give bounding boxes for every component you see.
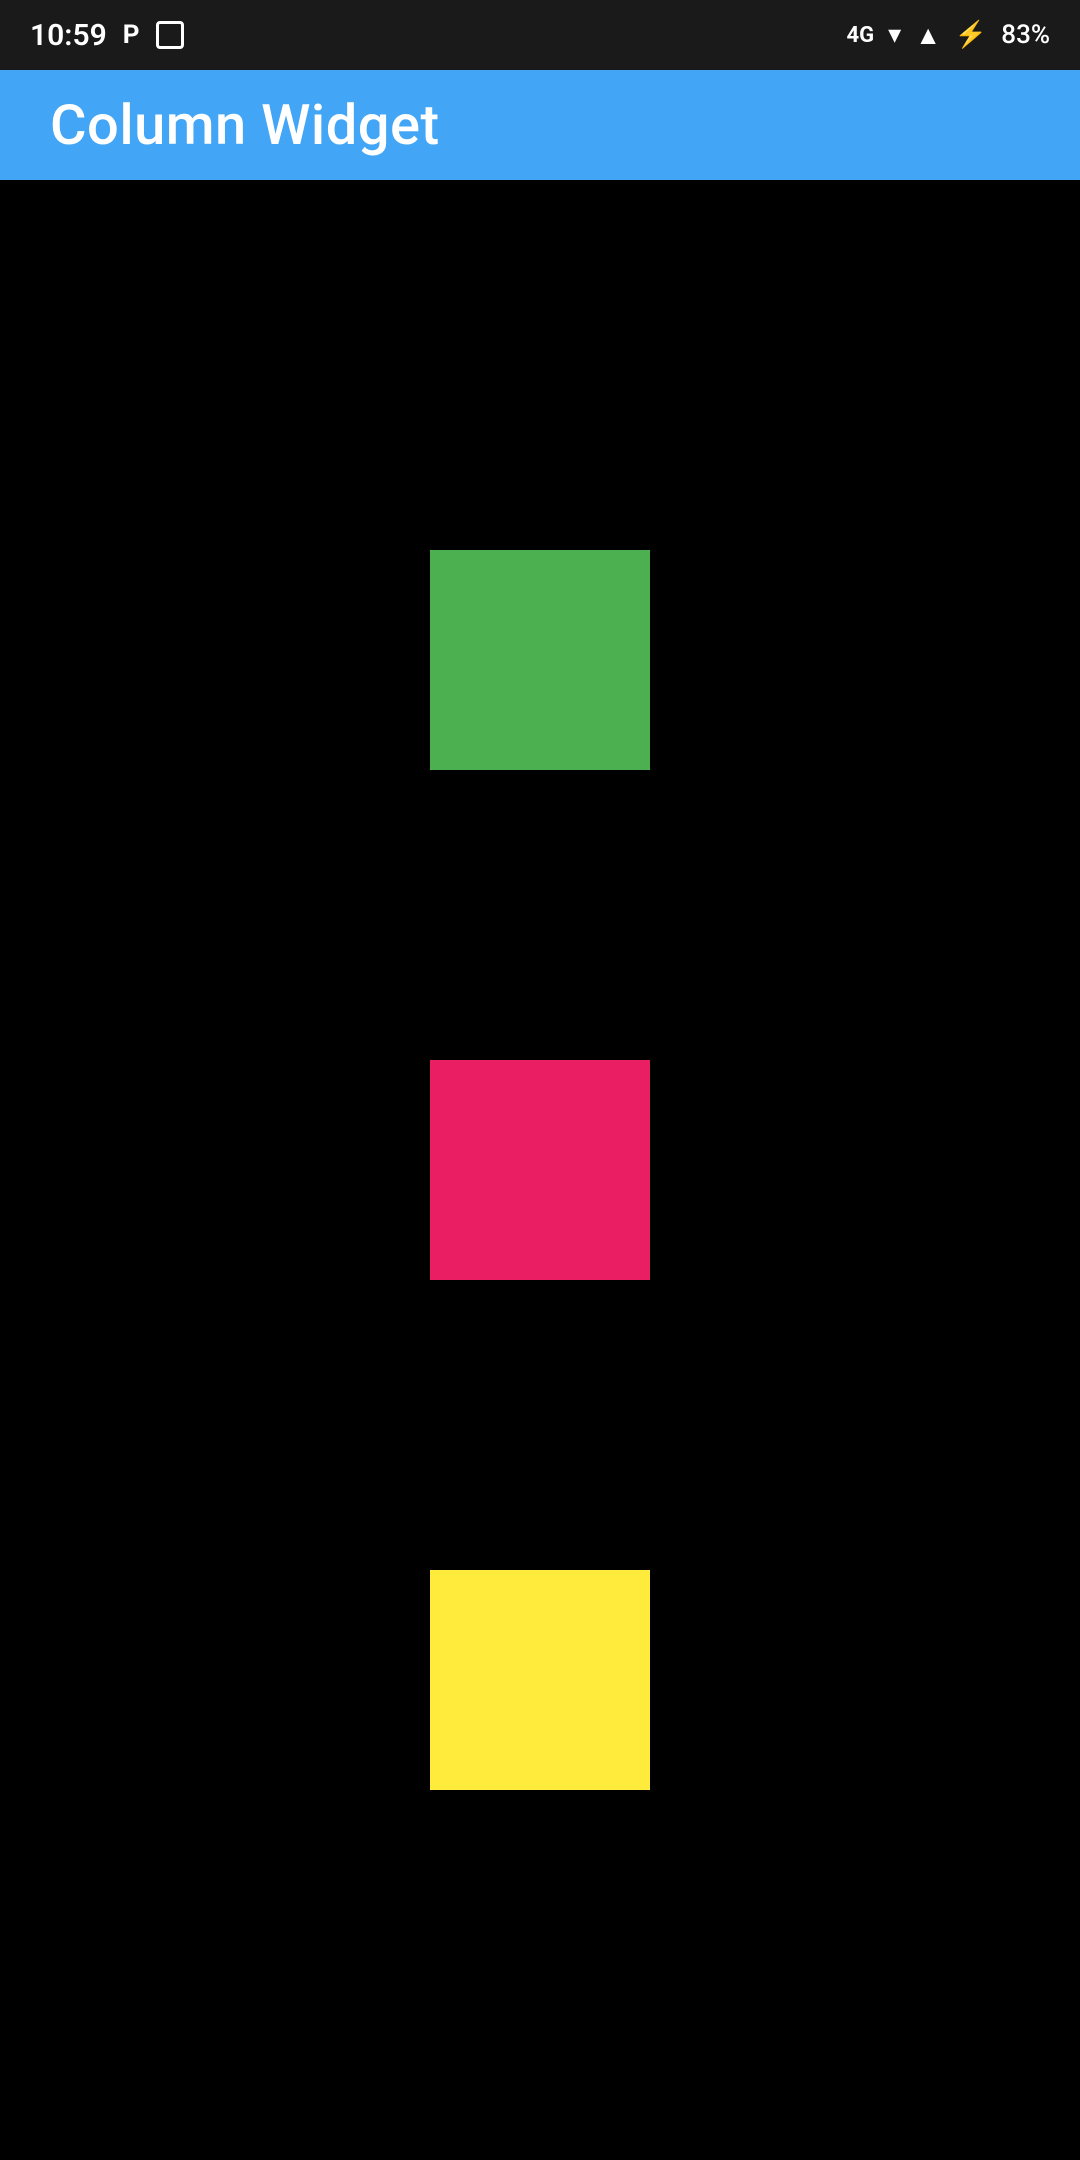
green-box xyxy=(430,550,650,770)
battery-icon: ⚡ xyxy=(955,20,987,50)
main-content xyxy=(0,180,1080,2160)
status-bar: 10:59 P 4G ▾ ▲ ⚡ 83% xyxy=(0,0,1080,70)
signal-bars-icon: ▲ xyxy=(915,20,941,51)
parking-icon: P xyxy=(123,20,140,50)
wifi-icon: ▾ xyxy=(888,20,901,50)
page-title: Column Widget xyxy=(50,92,440,158)
status-left: 10:59 P xyxy=(30,18,184,53)
status-right: 4G ▾ ▲ ⚡ 83% xyxy=(847,20,1051,51)
yellow-box xyxy=(430,1570,650,1790)
square-icon xyxy=(156,21,184,49)
app-bar: Column Widget xyxy=(0,70,1080,180)
4g-icon: 4G xyxy=(847,23,875,48)
pink-box xyxy=(430,1060,650,1280)
battery-percent: 83% xyxy=(1001,20,1050,50)
status-time: 10:59 xyxy=(30,18,107,53)
